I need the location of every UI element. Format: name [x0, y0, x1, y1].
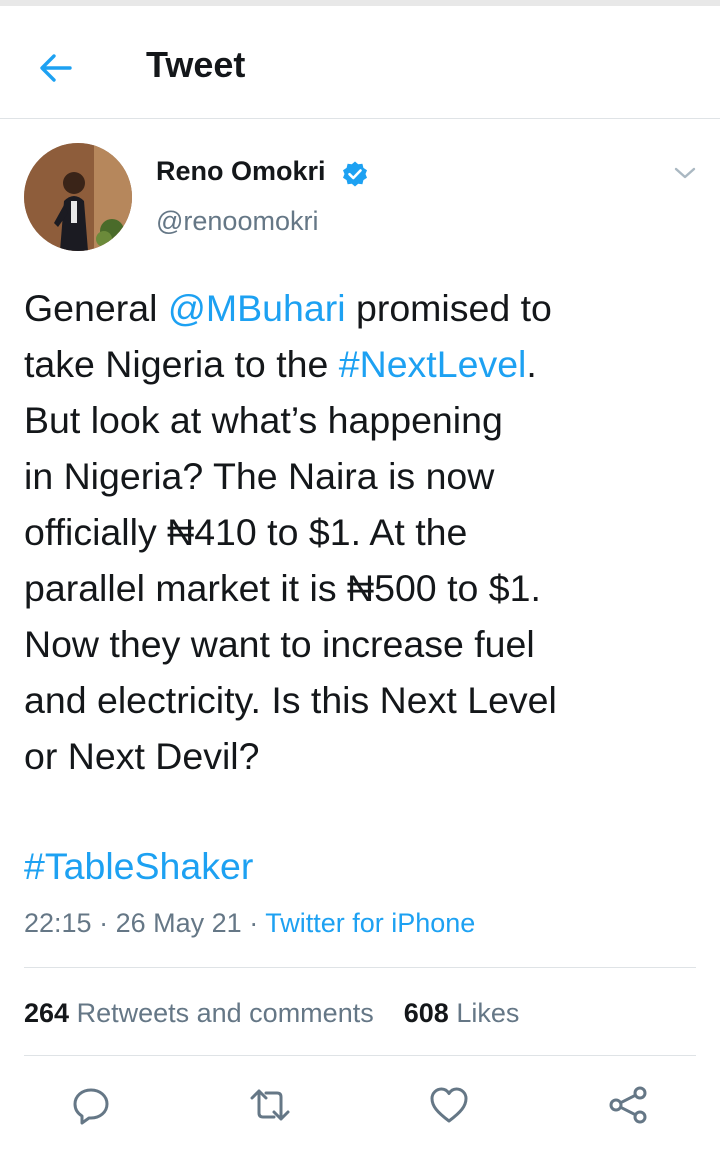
like-icon [430, 1087, 468, 1123]
meta-separator: · [249, 908, 259, 938]
back-arrow-icon [40, 54, 72, 82]
tweet-text-segment: General [24, 287, 168, 329]
tweet-text: General @MBuhari promised to take Nigeria… [24, 280, 704, 784]
share-button[interactable] [606, 1083, 650, 1127]
tweet-source-link[interactable]: Twitter for iPhone [265, 908, 475, 938]
author-handle[interactable]: @renoomokri [156, 206, 318, 237]
reply-icon [73, 1088, 109, 1125]
tweet-text-line: or Next Devil? [24, 728, 704, 784]
chevron-down-icon [674, 167, 696, 179]
tweet-text-line: Now they want to increase fuel [24, 616, 704, 672]
hashtag-link[interactable]: #NextLevel [339, 343, 527, 385]
likes-stat[interactable]: 608 Likes [404, 998, 520, 1028]
tweet-text-line: in Nigeria? The Naira is now [24, 448, 704, 504]
tweet-text-line: But look at what’s happening [24, 392, 704, 448]
tweet-text-line: General @MBuhari promised to [24, 280, 704, 336]
verified-badge-icon [341, 160, 369, 188]
back-button[interactable] [34, 46, 78, 90]
tweet-text-segment: take Nigeria to the [24, 343, 339, 385]
page-title: Tweet [146, 44, 246, 85]
hashtag-link[interactable]: #TableShaker [24, 845, 253, 887]
divider [24, 1055, 696, 1056]
tweet-stats: 264 Retweets and comments 608 Likes [24, 993, 519, 1033]
tweet-text-segment: or Next Devil? [24, 735, 260, 777]
reply-button[interactable] [69, 1083, 113, 1127]
meta-separator: · [99, 908, 109, 938]
retweets-count: 264 [24, 998, 70, 1028]
tweet-text-segment: in Nigeria? The Naira is now [24, 455, 495, 497]
tweet-time: 22:15 [24, 908, 92, 938]
tweet-text-line: parallel market it is ₦500 to $1. [24, 560, 704, 616]
retweets-label: Retweets and comments [76, 998, 374, 1028]
tweet-text-segment: and electricity. Is this Next Level [24, 679, 557, 721]
retweets-stat[interactable]: 264 Retweets and comments [24, 998, 374, 1028]
share-icon [609, 1086, 647, 1124]
like-button[interactable] [427, 1083, 471, 1127]
avatar[interactable] [24, 143, 132, 251]
tweet-text-segment: Now they want to increase fuel [24, 623, 535, 665]
tweet-text-segment: . [526, 343, 537, 385]
likes-label: Likes [456, 998, 520, 1028]
divider [24, 967, 696, 968]
tweet-date: 26 May 21 [115, 908, 242, 938]
likes-count: 608 [403, 998, 449, 1028]
retweet-icon [250, 1089, 290, 1121]
tweet-text-segment: officially ₦410 to $1. At the [24, 511, 468, 553]
tweet-text-segment: promised to [345, 287, 552, 329]
tweet-text-line: and electricity. Is this Next Level [24, 672, 704, 728]
tweet-text-line: officially ₦410 to $1. At the [24, 504, 704, 560]
mention-link[interactable]: @MBuhari [168, 287, 346, 329]
tweet-meta: 22:15 · 26 May 21 · Twitter for iPhone [24, 903, 475, 943]
tweet-text-line: take Nigeria to the #NextLevel. [24, 336, 704, 392]
more-options-button[interactable] [670, 160, 700, 186]
top-bar: Tweet [0, 6, 720, 119]
tweet-text-segment: parallel market it is ₦500 to $1. [24, 567, 541, 609]
retweet-button[interactable] [248, 1083, 292, 1127]
author-name[interactable]: Reno Omokri [156, 156, 326, 187]
tweet-text-segment: But look at what’s happening [24, 399, 503, 441]
